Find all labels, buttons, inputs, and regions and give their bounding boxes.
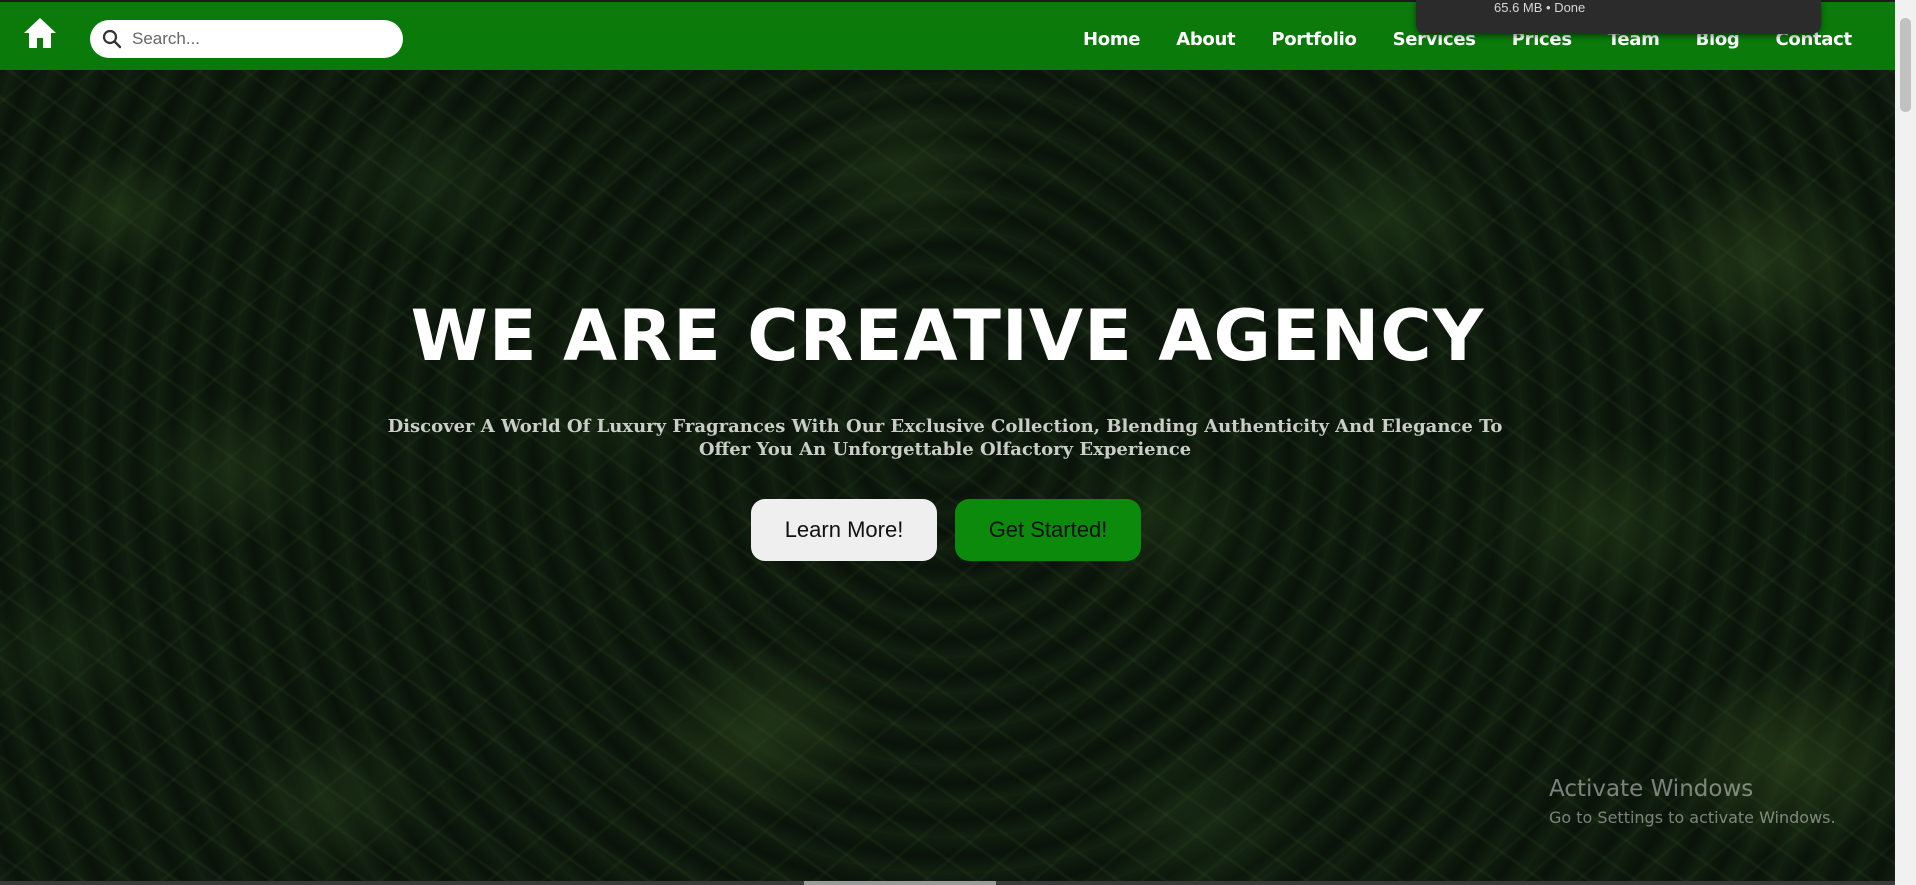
hero-subtitle: Discover A World Of Luxury Fragrances Wi… bbox=[387, 416, 1503, 460]
nav-about[interactable]: About bbox=[1176, 29, 1235, 50]
search-bar[interactable] bbox=[90, 20, 403, 58]
vertical-scrollbar[interactable] bbox=[1895, 0, 1916, 885]
search-icon bbox=[102, 29, 122, 49]
home-icon[interactable] bbox=[22, 16, 58, 50]
nav-portfolio[interactable]: Portfolio bbox=[1271, 29, 1357, 50]
get-started-button[interactable]: Get Started! bbox=[955, 499, 1141, 561]
horizontal-scrollbar-thumb[interactable] bbox=[804, 881, 996, 885]
search-input[interactable] bbox=[130, 28, 380, 50]
horizontal-scrollbar[interactable] bbox=[0, 881, 1895, 885]
download-status: 65.6 MB • Done bbox=[1494, 0, 1586, 15]
watermark-title: Activate Windows bbox=[1549, 776, 1754, 802]
learn-more-button[interactable]: Learn More! bbox=[751, 499, 937, 561]
vertical-scrollbar-thumb[interactable] bbox=[1900, 18, 1911, 112]
nav-home[interactable]: Home bbox=[1083, 29, 1141, 50]
download-popup[interactable]: 65.6 MB • Done bbox=[1416, 0, 1821, 34]
watermark-subtitle: Go to Settings to activate Windows. bbox=[1549, 808, 1836, 827]
windows-activation-watermark: Activate Windows Go to Settings to activ… bbox=[1549, 776, 1836, 827]
hero-title: WE ARE CREATIVE AGENCY bbox=[410, 295, 1485, 377]
